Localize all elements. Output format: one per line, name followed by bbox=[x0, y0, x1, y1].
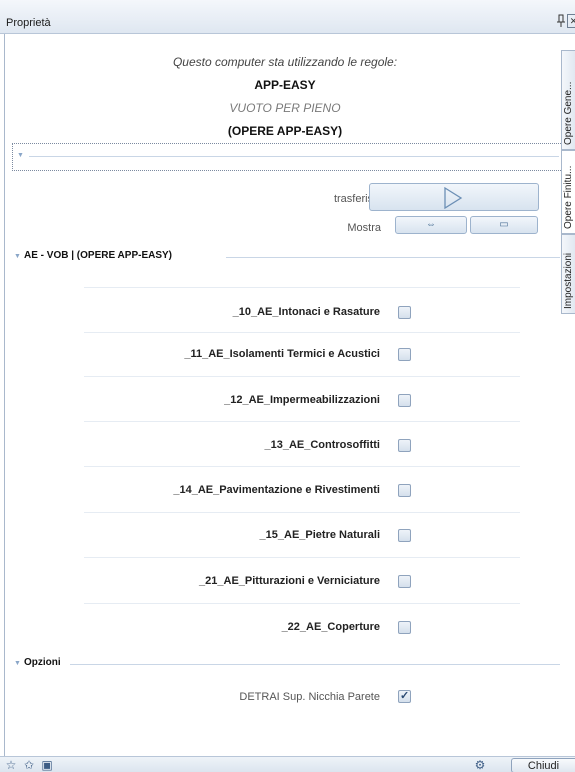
show-all-icon: ⇔ bbox=[426, 219, 436, 230]
list-item-checkbox[interactable] bbox=[398, 484, 411, 497]
list-item-checkbox[interactable] bbox=[398, 306, 411, 319]
row-divider bbox=[84, 557, 520, 558]
row-divider bbox=[84, 421, 520, 422]
tab-opere-generali[interactable]: Opere Gene... bbox=[561, 50, 575, 150]
section-title-options: Opzioni bbox=[24, 657, 61, 668]
close-button[interactable]: Chiudi bbox=[511, 758, 575, 772]
list-item-checkbox[interactable] bbox=[398, 529, 411, 542]
list-item-label: _10_AE_Intonaci e Rasature bbox=[232, 306, 380, 318]
list-item-checkbox[interactable] bbox=[398, 348, 411, 361]
section-header-options[interactable]: ▼ Opzioni bbox=[8, 656, 568, 672]
row-divider bbox=[84, 376, 520, 377]
list-item-checkbox[interactable] bbox=[398, 439, 411, 452]
footer-bar: ☆ ✩ ▣ ⚙ Chiudi bbox=[0, 756, 575, 772]
side-tabs: Opere Gene... Opere Finitu... Impostazio… bbox=[561, 50, 575, 350]
show-selected-button[interactable]: ▭ bbox=[470, 216, 538, 234]
list-item-label: _22_AE_Coperture bbox=[281, 621, 380, 633]
favorites-icon[interactable]: ✩ bbox=[22, 758, 36, 772]
row-divider bbox=[84, 332, 520, 333]
show-label: Mostra bbox=[347, 222, 381, 234]
list-item-label: _12_AE_Impermeabilizzazioni bbox=[224, 394, 380, 406]
title-bar: Proprietà ✕ bbox=[0, 0, 575, 34]
tab-label: Opere Gene... bbox=[563, 81, 574, 145]
row-divider bbox=[84, 287, 520, 288]
section-title-main: AE - VOB | (OPERE APP-EASY) bbox=[24, 250, 173, 261]
list-item-label: _21_AE_Pitturazioni e Verniciature bbox=[199, 575, 380, 587]
gear-icon[interactable]: ⚙ bbox=[473, 758, 487, 772]
tab-label: Impostazioni bbox=[563, 252, 574, 309]
rules-set: (OPERE APP-EASY) bbox=[227, 124, 343, 138]
rules-mode: VUOTO PER PIENO bbox=[229, 101, 341, 115]
list-item-checkbox[interactable] bbox=[398, 394, 411, 407]
row-divider bbox=[84, 512, 520, 513]
list-item-label: _14_AE_Pavimentazione e Rivestimenti bbox=[173, 484, 380, 496]
play-icon bbox=[444, 187, 463, 209]
option-checkbox[interactable]: ✓ bbox=[398, 690, 411, 703]
divider bbox=[70, 664, 560, 665]
pin-icon[interactable] bbox=[556, 14, 566, 28]
list-item-label: _11_AE_Isolamenti Termici e Acustici bbox=[184, 348, 380, 360]
row-divider bbox=[84, 466, 520, 467]
tab-impostazioni[interactable]: Impostazioni bbox=[561, 234, 575, 314]
divider bbox=[29, 156, 559, 157]
chevron-down-icon: ▼ bbox=[17, 152, 24, 159]
show-selected-icon: ▭ bbox=[499, 219, 509, 230]
section-header-main[interactable]: ▼ AE - VOB | (OPERE APP-EASY) bbox=[8, 249, 568, 265]
divider bbox=[226, 257, 560, 258]
show-all-button[interactable]: ⇔ bbox=[395, 216, 467, 234]
panel-title: Proprietà bbox=[6, 17, 51, 29]
row-divider bbox=[84, 603, 520, 604]
info-icon[interactable]: ▣ bbox=[40, 758, 54, 772]
checkmark-icon: ✓ bbox=[400, 690, 410, 702]
list-item-label: _15_AE_Pietre Naturali bbox=[259, 529, 380, 541]
list-item-label: _13_AE_Controsoffitti bbox=[264, 439, 380, 451]
list-item-checkbox[interactable] bbox=[398, 575, 411, 588]
list-item-checkbox[interactable] bbox=[398, 621, 411, 634]
option-label: DETRAI Sup. Nicchia Parete bbox=[239, 691, 380, 703]
tab-label: Opere Finitu... bbox=[563, 165, 574, 229]
close-icon[interactable]: ✕ bbox=[567, 14, 575, 28]
rules-caption: Questo computer sta utilizzando le regol… bbox=[172, 55, 398, 69]
transfer-button[interactable] bbox=[369, 183, 539, 211]
tab-opere-finiture[interactable]: Opere Finitu... bbox=[561, 150, 575, 234]
favorites-add-icon[interactable]: ☆ bbox=[4, 758, 18, 772]
chevron-down-icon: ▼ bbox=[14, 660, 21, 667]
rules-name: APP-EASY bbox=[254, 78, 316, 92]
chevron-down-icon: ▼ bbox=[14, 253, 21, 260]
empty-group-header[interactable]: ▼ bbox=[12, 143, 569, 171]
